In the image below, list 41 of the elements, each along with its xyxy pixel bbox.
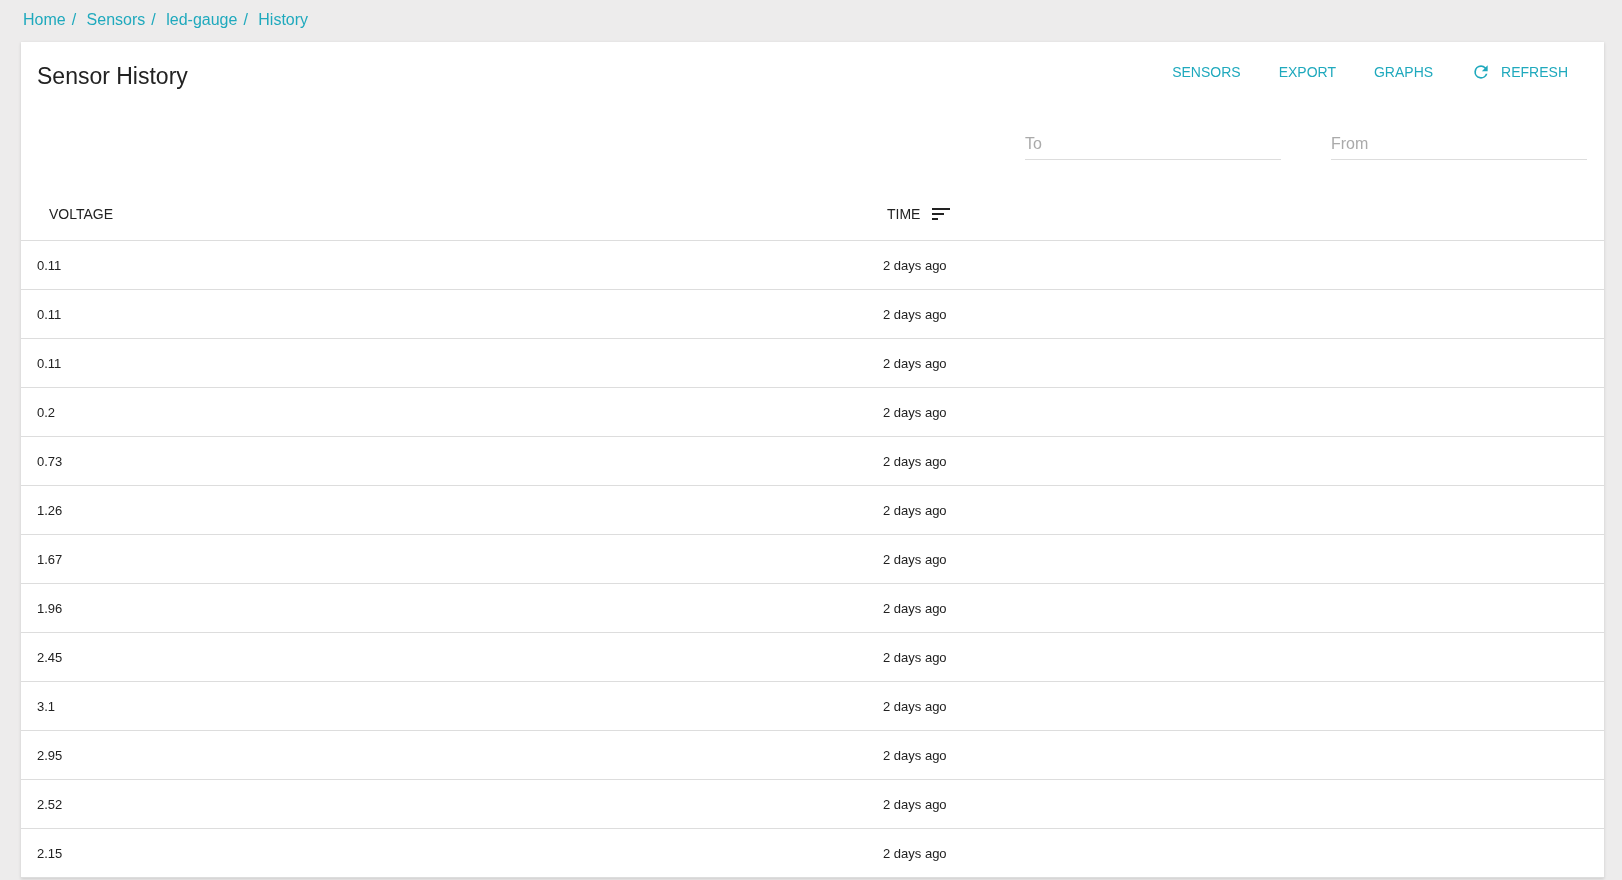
action-button[interactable]: REFRESH xyxy=(1459,60,1580,84)
table-cell: 2 days ago xyxy=(883,845,947,861)
table-cell: 2 days ago xyxy=(883,404,947,420)
column-header[interactable]: VOLTAGE xyxy=(21,188,869,241)
table-cell: 0.2 xyxy=(37,404,56,420)
table-cell: 2 days ago xyxy=(883,306,947,322)
table-cell: 2.95 xyxy=(37,747,63,763)
breadcrumb-link[interactable]: Sensors xyxy=(86,11,146,28)
table-cell: 2.52 xyxy=(37,796,63,812)
page-title: Sensor History xyxy=(37,63,188,90)
action-button[interactable]: SENSORS xyxy=(1160,60,1253,84)
action-button[interactable]: EXPORT xyxy=(1266,60,1348,84)
table-cell: 1.26 xyxy=(37,502,63,518)
table-cell: 1.96 xyxy=(37,600,63,616)
table-cell: 0.73 xyxy=(37,453,63,469)
breadcrumb-link[interactable]: Home xyxy=(23,11,66,28)
action-button[interactable]: GRAPHS xyxy=(1361,60,1446,84)
table-cell: 3.1 xyxy=(37,698,56,714)
breadcrumb-link[interactable]: led-gauge xyxy=(166,11,238,28)
table-cell: 2 days ago xyxy=(883,600,947,616)
table-cell: 0.11 xyxy=(37,257,62,273)
table-cell: 2 days ago xyxy=(883,502,947,518)
table-cell: 2.45 xyxy=(37,649,63,665)
breadcrumb-separator: / xyxy=(71,11,77,28)
table-cell: 2.15 xyxy=(37,845,63,861)
sort-icon[interactable] xyxy=(932,208,951,220)
table-cell: 1.67 xyxy=(37,551,63,567)
table-cell: 0.11 xyxy=(37,355,62,371)
table-cell: 2 days ago xyxy=(883,747,947,763)
table-cell: 2 days ago xyxy=(883,796,947,812)
table-cell: 2 days ago xyxy=(883,355,947,371)
table-cell: 2 days ago xyxy=(883,453,947,469)
table-cell: 0.11 xyxy=(37,306,62,322)
table-cell: 2 days ago xyxy=(883,257,947,273)
breadcrumb-separator: / xyxy=(151,11,156,28)
table-cell: 2 days ago xyxy=(883,551,947,567)
column-header[interactable]: TIME xyxy=(869,188,1604,241)
breadcrumb-separator: / xyxy=(243,11,248,28)
table-cell: 2 days ago xyxy=(883,649,947,665)
table-cell: 2 days ago xyxy=(883,698,947,714)
breadcrumb-link[interactable]: History xyxy=(258,11,309,28)
